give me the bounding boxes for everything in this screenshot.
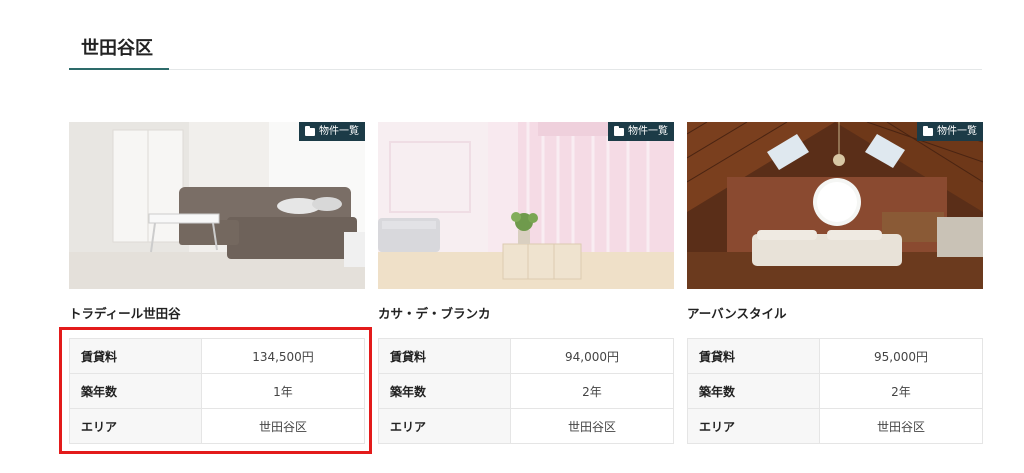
property-image[interactable]: 物件一覧: [69, 122, 365, 289]
property-name[interactable]: トラディール世田谷: [69, 305, 365, 323]
spec-row: 築年数 2年: [687, 373, 983, 409]
highlight-box: [59, 327, 372, 454]
spec-row: 賃貸料 95,000円: [687, 338, 983, 374]
spec-table: 賃貸料 95,000円 築年数 2年 エリア 世田谷区: [687, 338, 983, 444]
spec-label: エリア: [378, 408, 511, 444]
property-image[interactable]: 物件一覧: [687, 122, 983, 289]
spec-value: 世田谷区: [510, 408, 674, 444]
spec-value: 95,000円: [819, 338, 983, 374]
property-card[interactable]: 物件一覧 アーバンスタイル 賃貸料 95,000円 築年数 2年 エリア 世田谷…: [687, 122, 983, 444]
folder-icon: [305, 125, 315, 136]
spec-value: 2年: [819, 373, 983, 409]
spec-label: エリア: [687, 408, 820, 444]
category-badge[interactable]: 物件一覧: [299, 122, 365, 141]
category-badge[interactable]: 物件一覧: [917, 122, 983, 141]
category-badge[interactable]: 物件一覧: [608, 122, 674, 141]
spec-row: 築年数 2年: [378, 373, 674, 409]
spec-table: 賃貸料 94,000円 築年数 2年 エリア 世田谷区: [378, 338, 674, 444]
spec-value: 世田谷区: [819, 408, 983, 444]
property-image[interactable]: 物件一覧: [378, 122, 674, 289]
folder-icon: [923, 125, 933, 136]
category-label: 物件一覧: [319, 126, 359, 137]
spec-label: 賃貸料: [378, 338, 511, 374]
category-label: 物件一覧: [628, 126, 668, 137]
section-title: 世田谷区: [81, 38, 153, 59]
category-label: 物件一覧: [937, 126, 977, 137]
property-name[interactable]: カサ・デ・ブランカ: [378, 305, 674, 323]
section-header: 世田谷区: [69, 36, 982, 70]
pink-room-image: [378, 122, 674, 289]
section-title-underline: [69, 68, 169, 70]
spec-label: 築年数: [687, 373, 820, 409]
spec-row: エリア 世田谷区: [378, 408, 674, 444]
spec-value: 2年: [510, 373, 674, 409]
property-card[interactable]: 物件一覧 カサ・デ・ブランカ 賃貸料 94,000円 築年数 2年 エリア 世田…: [378, 122, 674, 444]
living-room-image: [69, 122, 365, 289]
spec-row: エリア 世田谷区: [687, 408, 983, 444]
attic-bedroom-image: [687, 122, 983, 289]
spec-row: 賃貸料 94,000円: [378, 338, 674, 374]
folder-icon: [614, 125, 624, 136]
spec-label: 築年数: [378, 373, 511, 409]
spec-value: 94,000円: [510, 338, 674, 374]
spec-label: 賃貸料: [687, 338, 820, 374]
property-name[interactable]: アーバンスタイル: [687, 305, 983, 323]
